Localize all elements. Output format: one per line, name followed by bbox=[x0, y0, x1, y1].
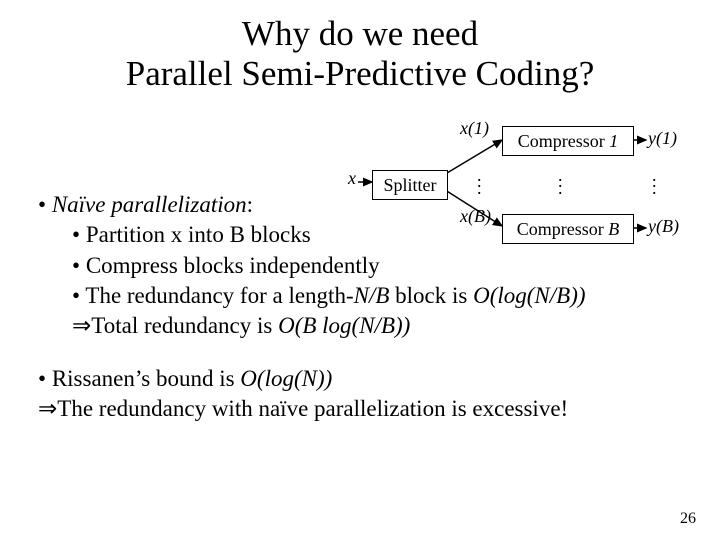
bullet-total: ⇒Total redundancy is O(B log(N/B)) bbox=[72, 311, 698, 341]
compressor-1-label: Compressor 1 bbox=[518, 131, 619, 152]
vdots-3: ... bbox=[652, 172, 657, 191]
bullet-excessive: ⇒The redundancy with naïve parallelizati… bbox=[38, 394, 698, 424]
title-line2: Parallel Semi-Predictive Coding? bbox=[126, 54, 595, 93]
bullet-rissanen: Rissanen’s bound is O(log(N)) bbox=[38, 364, 698, 394]
slide-title: Why do we need Parallel Semi-Predictive … bbox=[0, 0, 720, 95]
label-y1: y(1) bbox=[648, 128, 677, 149]
bullet-compress: Compress blocks independently bbox=[72, 251, 698, 281]
vdots-1: ... bbox=[477, 172, 482, 191]
page-number: 26 bbox=[680, 510, 696, 528]
title-line1: Why do we need bbox=[242, 14, 478, 53]
label-x: x bbox=[348, 168, 356, 189]
bullet-redundancy: The redundancy for a length-N/B block is… bbox=[72, 281, 698, 311]
compressor-1-box: Compressor 1 bbox=[502, 126, 634, 156]
bullet-partition: Partition x into B blocks bbox=[72, 220, 698, 250]
bullet-naive: Naïve parallelization bbox=[52, 192, 247, 217]
label-x1: x(1) bbox=[460, 118, 489, 139]
body-text: Naïve parallelization: Partition x into … bbox=[38, 190, 698, 425]
vdots-2: ... bbox=[558, 172, 563, 191]
